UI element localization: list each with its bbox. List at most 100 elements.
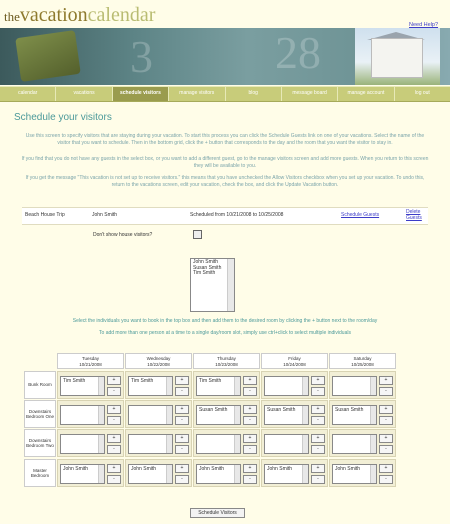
nav-log-out[interactable]: log out bbox=[395, 87, 450, 101]
scrollbar[interactable] bbox=[302, 435, 308, 453]
remove-guest-button[interactable]: - bbox=[107, 387, 121, 396]
slot-guest[interactable]: Susan Smith bbox=[335, 407, 363, 413]
slot-guest[interactable]: Tim Smith bbox=[199, 378, 221, 384]
remove-guest-button[interactable]: - bbox=[107, 416, 121, 425]
scrollbar[interactable] bbox=[234, 435, 240, 453]
add-guest-button[interactable]: + bbox=[175, 376, 189, 385]
room-slot-list[interactable]: John Smith bbox=[60, 464, 105, 484]
room-slot-list[interactable] bbox=[196, 434, 241, 454]
room-slot-list[interactable] bbox=[264, 376, 309, 396]
remove-guest-button[interactable]: - bbox=[175, 475, 189, 484]
add-guest-button[interactable]: + bbox=[175, 464, 189, 473]
scrollbar[interactable] bbox=[234, 406, 240, 424]
slot-guest[interactable]: John Smith bbox=[335, 466, 360, 472]
remove-guest-button[interactable]: - bbox=[175, 387, 189, 396]
room-slot-list[interactable]: Tim Smith bbox=[196, 376, 241, 396]
remove-guest-button[interactable]: - bbox=[243, 445, 257, 454]
remove-guest-button[interactable]: - bbox=[379, 475, 393, 484]
remove-guest-button[interactable]: - bbox=[311, 445, 325, 454]
scrollbar[interactable] bbox=[98, 465, 104, 483]
scrollbar[interactable] bbox=[166, 465, 172, 483]
room-slot-list[interactable]: Tim Smith bbox=[128, 376, 173, 396]
scrollbar[interactable] bbox=[302, 465, 308, 483]
scrollbar[interactable] bbox=[227, 259, 234, 311]
add-guest-button[interactable]: + bbox=[175, 405, 189, 414]
room-slot-list[interactable]: John Smith bbox=[196, 464, 241, 484]
slot-guest[interactable]: Tim Smith bbox=[63, 378, 85, 384]
scrollbar[interactable] bbox=[370, 377, 376, 395]
room-slot-list[interactable]: Susan Smith bbox=[196, 405, 241, 425]
scrollbar[interactable] bbox=[234, 377, 240, 395]
add-guest-button[interactable]: + bbox=[243, 376, 257, 385]
room-slot-list[interactable]: Susan Smith bbox=[332, 405, 377, 425]
add-guest-button[interactable]: + bbox=[379, 405, 393, 414]
add-guest-button[interactable]: + bbox=[311, 376, 325, 385]
add-guest-button[interactable]: + bbox=[107, 464, 121, 473]
add-guest-button[interactable]: + bbox=[379, 434, 393, 443]
scrollbar[interactable] bbox=[98, 377, 104, 395]
nav-calendar[interactable]: calendar bbox=[0, 87, 57, 101]
scrollbar[interactable] bbox=[370, 435, 376, 453]
add-guest-button[interactable]: + bbox=[243, 464, 257, 473]
slot-guest[interactable]: John Smith bbox=[199, 466, 224, 472]
nav-schedule-visitors[interactable]: schedule visitors bbox=[112, 87, 170, 101]
add-guest-button[interactable]: + bbox=[107, 405, 121, 414]
scrollbar[interactable] bbox=[234, 465, 240, 483]
room-slot-list[interactable]: John Smith bbox=[128, 464, 173, 484]
add-guest-button[interactable]: + bbox=[379, 464, 393, 473]
room-slot-list[interactable] bbox=[60, 405, 105, 425]
scrollbar[interactable] bbox=[98, 406, 104, 424]
remove-guest-button[interactable]: - bbox=[243, 416, 257, 425]
nav-message-board[interactable]: message board bbox=[282, 87, 339, 101]
nav-manage-visitors[interactable]: manage visitors bbox=[169, 87, 226, 101]
add-guest-button[interactable]: + bbox=[243, 434, 257, 443]
scrollbar[interactable] bbox=[302, 377, 308, 395]
room-slot-list[interactable]: John Smith bbox=[332, 464, 377, 484]
remove-guest-button[interactable]: - bbox=[379, 445, 393, 454]
room-slot-list[interactable] bbox=[60, 434, 105, 454]
remove-guest-button[interactable]: - bbox=[175, 416, 189, 425]
schedule-guests-link[interactable]: Schedule Guests bbox=[341, 212, 379, 218]
room-slot-list[interactable] bbox=[332, 376, 377, 396]
dont-show-checkbox[interactable] bbox=[193, 230, 202, 239]
remove-guest-button[interactable]: - bbox=[379, 387, 393, 396]
remove-guest-button[interactable]: - bbox=[107, 475, 121, 484]
remove-guest-button[interactable]: - bbox=[311, 475, 325, 484]
room-slot-list[interactable] bbox=[264, 434, 309, 454]
nav-vacations[interactable]: vacations bbox=[56, 87, 113, 101]
nav-blog[interactable]: blog bbox=[226, 87, 282, 101]
remove-guest-button[interactable]: - bbox=[311, 416, 325, 425]
room-slot-list[interactable] bbox=[128, 434, 173, 454]
scrollbar[interactable] bbox=[166, 377, 172, 395]
remove-guest-button[interactable]: - bbox=[107, 445, 121, 454]
room-slot-list[interactable]: Susan Smith bbox=[264, 405, 309, 425]
room-slot-list[interactable] bbox=[128, 405, 173, 425]
remove-guest-button[interactable]: - bbox=[243, 387, 257, 396]
add-guest-button[interactable]: + bbox=[107, 376, 121, 385]
scrollbar[interactable] bbox=[166, 406, 172, 424]
add-guest-button[interactable]: + bbox=[243, 405, 257, 414]
room-slot-list[interactable] bbox=[332, 434, 377, 454]
guest-select-box[interactable]: John Smith Susan Smith Tim Smith bbox=[190, 258, 235, 312]
schedule-visitors-button[interactable]: Schedule Visitors bbox=[190, 508, 245, 518]
scrollbar[interactable] bbox=[370, 406, 376, 424]
add-guest-button[interactable]: + bbox=[379, 376, 393, 385]
remove-guest-button[interactable]: - bbox=[243, 475, 257, 484]
slot-guest[interactable]: John Smith bbox=[131, 466, 156, 472]
delete-guests-link[interactable]: Delete Guests bbox=[406, 209, 426, 221]
slot-guest[interactable]: Tim Smith bbox=[131, 378, 153, 384]
remove-guest-button[interactable]: - bbox=[379, 416, 393, 425]
add-guest-button[interactable]: + bbox=[311, 464, 325, 473]
scrollbar[interactable] bbox=[370, 465, 376, 483]
remove-guest-button[interactable]: - bbox=[311, 387, 325, 396]
add-guest-button[interactable]: + bbox=[107, 434, 121, 443]
slot-guest[interactable]: Susan Smith bbox=[199, 407, 227, 413]
slot-guest[interactable]: Susan Smith bbox=[267, 407, 295, 413]
add-guest-button[interactable]: + bbox=[311, 405, 325, 414]
room-slot-list[interactable]: John Smith bbox=[264, 464, 309, 484]
add-guest-button[interactable]: + bbox=[311, 434, 325, 443]
scrollbar[interactable] bbox=[98, 435, 104, 453]
slot-guest[interactable]: John Smith bbox=[63, 466, 88, 472]
room-slot-list[interactable]: Tim Smith bbox=[60, 376, 105, 396]
remove-guest-button[interactable]: - bbox=[175, 445, 189, 454]
